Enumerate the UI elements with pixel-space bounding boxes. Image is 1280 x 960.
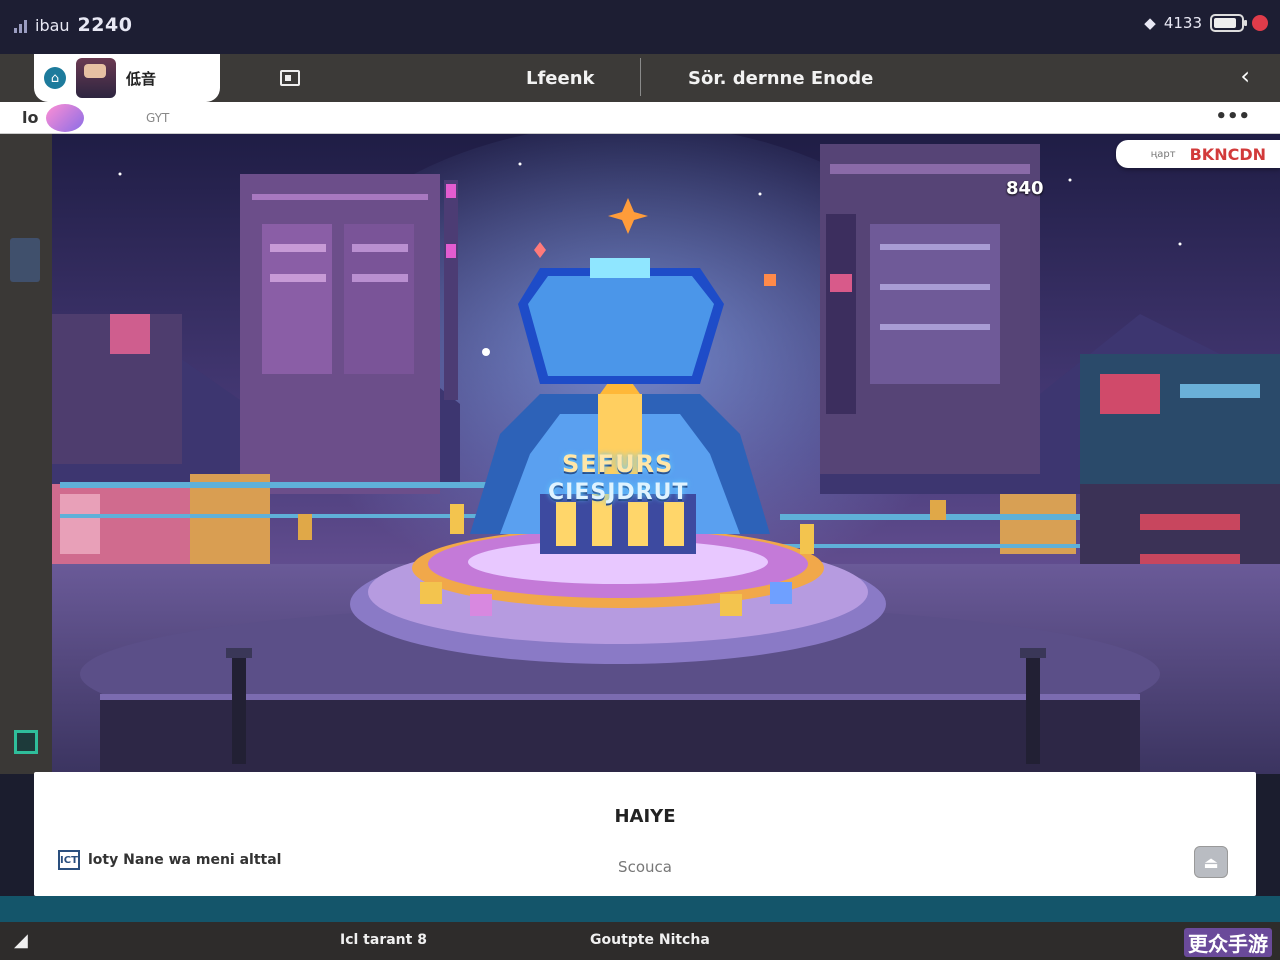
- sub-bar: lo GYT •••: [0, 102, 1280, 134]
- wifi-icon: ◆: [1144, 14, 1156, 32]
- signal-icon: [14, 17, 27, 33]
- left-rail: [0, 134, 52, 774]
- side-toggle-icon[interactable]: [14, 730, 38, 754]
- top-nav: ⌂ 低音 Lfeenk Sör. dernne Enode ‹: [0, 54, 1280, 102]
- home-icon[interactable]: ⌂: [44, 67, 66, 89]
- watermark-logo: 更众手游: [1184, 928, 1272, 957]
- side-slot-icon[interactable]: [10, 238, 40, 282]
- back-chevron-icon[interactable]: ‹: [1240, 62, 1250, 90]
- panel-title: HAIYE: [614, 806, 676, 827]
- bottom-item-1[interactable]: Icl tarant 8: [340, 932, 427, 948]
- status-clock: 2240: [77, 14, 133, 36]
- profile-card[interactable]: ⌂ 低音: [34, 54, 220, 102]
- tab-divider: [640, 58, 641, 96]
- gallery-icon[interactable]: [280, 70, 300, 86]
- battery-icon: [1210, 14, 1247, 32]
- event-badge-small: ңарт: [1150, 148, 1176, 160]
- alert-icon: [1252, 15, 1268, 31]
- event-badge[interactable]: ңарт BKNCDN: [1116, 140, 1280, 168]
- game-screen: ibau 2240 ◆ 4133 ⌂ 低音 Lfeenk Sör. dernne…: [0, 0, 1280, 960]
- sub-bar-hint: GYT: [146, 111, 170, 125]
- character-avatar[interactable]: [46, 104, 84, 132]
- teal-strip: [0, 896, 1280, 922]
- tab-first[interactable]: Lfeenk: [526, 68, 595, 89]
- share-button[interactable]: ⏏: [1194, 846, 1228, 878]
- status-left-text: ibau: [35, 15, 70, 35]
- status-right-text: 4133: [1163, 14, 1202, 32]
- more-icon[interactable]: •••: [1215, 106, 1250, 127]
- bottom-bar: ◢ Icl tarant 8 Goutpte Nitcha 更众手游: [0, 922, 1280, 960]
- panel-subtitle: Scouca: [618, 858, 672, 876]
- info-panel: HAIYE ICT loty Nane wa meni alttal Scouc…: [34, 772, 1256, 896]
- mountain-icon[interactable]: ◢: [14, 930, 28, 951]
- sub-bar-label: lo: [22, 108, 39, 127]
- tab-second[interactable]: Sör. dernne Enode: [688, 68, 873, 89]
- status-left: ibau 2240: [14, 14, 132, 36]
- profile-name: 低音: [126, 69, 157, 88]
- event-badge-label: BKNCDN: [1189, 144, 1266, 164]
- status-bar: ibau 2240 ◆ 4133: [0, 0, 1280, 54]
- game-scene[interactable]: SEFURS CIESJDRUT 840: [0, 134, 1280, 774]
- bottom-item-2[interactable]: Goutpte Nitcha: [590, 932, 710, 948]
- status-right: ◆ 4133: [1144, 14, 1268, 32]
- sign-line-2: CIESJDRUT: [548, 480, 689, 505]
- score-readout: 840: [1006, 178, 1044, 199]
- avatar: [76, 58, 116, 98]
- sign-line-1: SEFURS: [562, 450, 674, 478]
